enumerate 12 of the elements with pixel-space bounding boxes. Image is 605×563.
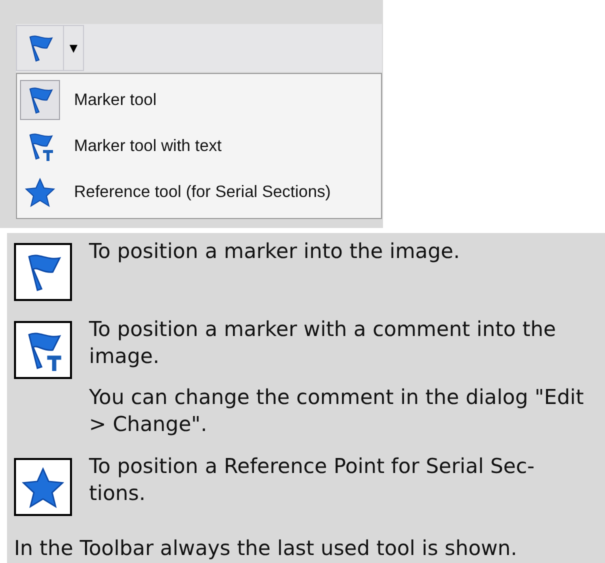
description-text: To position a marker into the image. — [89, 238, 461, 265]
menu-item[interactable]: Reference tool (for Serial Sections) — [20, 169, 378, 215]
description-text: You can change the comment in the dialog "Edit > Change". — [89, 384, 585, 438]
star-icon — [22, 466, 64, 508]
description-text: To position a Reference Point for Serial Sec-tions. — [89, 453, 536, 507]
menu-item[interactable]: Marker tool — [20, 77, 378, 123]
dropdown-button[interactable]: ▾ — [64, 25, 84, 71]
footer-text: In the Toolbar always the last used tool is shown. — [14, 536, 518, 560]
star-icon — [25, 177, 55, 207]
menu-item[interactable]: Marker tool with text — [20, 123, 378, 169]
marker-tool-button[interactable] — [16, 25, 64, 71]
description-text: To position a marker with a comment into the image. — [89, 316, 557, 370]
